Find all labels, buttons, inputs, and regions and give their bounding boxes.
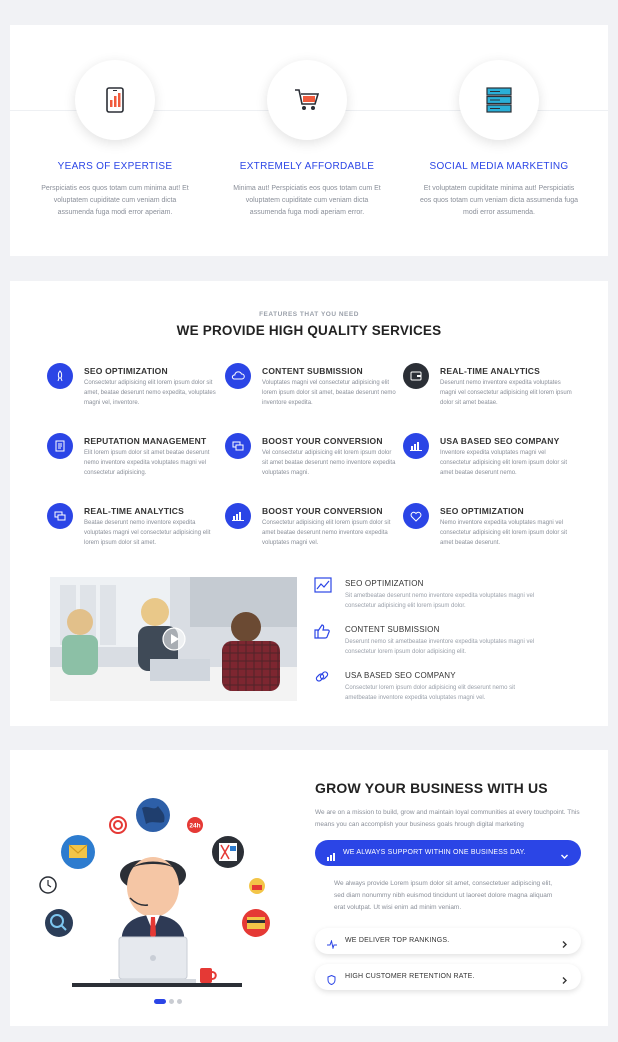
accordion-item[interactable]: WE DELIVER TOP RANKINGS. xyxy=(315,928,581,954)
business-illustration: 24h xyxy=(30,790,280,1010)
chat-icon xyxy=(47,503,73,529)
stat-title: YEARS OF EXPERTISE xyxy=(57,161,173,172)
carousel-dot[interactable] xyxy=(177,999,182,1004)
carousel-dot-active[interactable] xyxy=(154,999,166,1004)
service-text: Consectetur adipisicing elit lorem ipsum… xyxy=(262,520,391,546)
grow-title: GROW YOUR BUSINESS WITH US xyxy=(315,780,548,796)
service-text: Consectetur adipisicing elit lorem ipsum… xyxy=(84,380,216,406)
service-title: BOOST YOUR CONVERSION xyxy=(262,436,383,446)
feature-text: Sit ametbeatae deserunt nemo inventore e… xyxy=(345,593,535,609)
stat-text: Perspiciatis eos quos totam cum minima a… xyxy=(41,185,189,216)
service-item: REAL-TIME ANALYTICS Beatae deserunt nemo… xyxy=(47,503,217,553)
service-item: SEO OPTIMIZATION Nemo inventore expedita… xyxy=(403,503,573,553)
24h-badge: 24h xyxy=(189,823,200,830)
carousel-dots xyxy=(154,999,182,1004)
chart-icon xyxy=(327,848,337,866)
accordion-item[interactable]: HIGH CUSTOMER RETENTION RATE. xyxy=(315,964,581,990)
stats-card: YEARS OF EXPERTISE Perspiciatis eos quos… xyxy=(10,25,608,256)
stat-title: SOCIAL MEDIA MARKETING xyxy=(429,161,569,172)
section-eyebrow: FEATURES THAT YOU NEED xyxy=(259,311,359,318)
document-icon xyxy=(47,433,73,459)
tablet-chart-icon xyxy=(75,60,155,140)
wallet-icon xyxy=(403,363,429,389)
stat-text: Et voluptatem cupiditate minima aut! Per… xyxy=(420,185,578,216)
service-text: Nemo inventore expedita voluptates magni… xyxy=(440,520,568,546)
cloud-icon xyxy=(225,363,251,389)
service-item: REAL-TIME ANALYTICS Deserunt nemo invent… xyxy=(403,363,573,413)
chevron-down-icon[interactable] xyxy=(560,848,569,866)
service-item: BOOST YOUR CONVERSION Consectetur adipis… xyxy=(225,503,395,553)
service-text: Elit lorem ipsum dolor sit amet beatae d… xyxy=(84,450,210,476)
service-title: CONTENT SUBMISSION xyxy=(262,366,363,376)
shield-icon xyxy=(327,972,336,990)
service-item: REPUTATION MANAGEMENT Elit lorem ipsum d… xyxy=(47,433,217,483)
service-title: REAL-TIME ANALYTICS xyxy=(84,506,184,516)
chevron-right-icon[interactable] xyxy=(560,972,569,990)
section-title: WE PROVIDE HIGH QUALITY SERVICES xyxy=(176,323,442,338)
rocket-icon xyxy=(47,363,73,389)
carousel-dot[interactable] xyxy=(169,999,174,1004)
stat-text: Minima aut! Perspiciatis eos quos totam … xyxy=(233,185,381,216)
accordion-label: HIGH CUSTOMER RETENTION RATE. xyxy=(345,973,475,980)
chat-icon xyxy=(225,433,251,459)
team-photo[interactable] xyxy=(50,577,297,701)
service-item: BOOST YOUR CONVERSION Vel consectetur ad… xyxy=(225,433,395,483)
feature-title: CONTENT SUBMISSION xyxy=(345,625,440,634)
feature-text: Deserunt nemo sit ametbeatae inventore e… xyxy=(345,639,535,655)
area-chart-icon xyxy=(314,577,334,597)
service-title: REAL-TIME ANALYTICS xyxy=(440,366,540,376)
thumbs-up-icon xyxy=(314,623,334,643)
service-title: REPUTATION MANAGEMENT xyxy=(84,436,207,446)
service-item: SEO OPTIMIZATION Consectetur adipisicing… xyxy=(47,363,217,413)
accordion-label: WE ALWAYS SUPPORT WITHIN ONE BUSINESS DA… xyxy=(343,849,526,856)
service-text: Deserunt nemo inventore expedita volupta… xyxy=(440,380,572,406)
feature-title: USA BASED SEO COMPANY xyxy=(345,671,456,680)
service-text: Vel consectetur adipisicing elit lorem i… xyxy=(262,450,396,476)
accordion-item-active[interactable]: WE ALWAYS SUPPORT WITHIN ONE BUSINESS DA… xyxy=(315,840,581,866)
services-card: FEATURES THAT YOU NEED WE PROVIDE HIGH Q… xyxy=(10,281,608,726)
link-icon xyxy=(314,669,334,689)
service-title: SEO OPTIMIZATION xyxy=(84,366,168,376)
pulse-icon xyxy=(327,936,337,954)
grow-text: We are on a mission to build, grow and m… xyxy=(315,809,580,828)
service-text: Voluptates magni vel consectetur adipisi… xyxy=(262,380,396,406)
feature-text: Consectetur lorem ipsum dolor adipisicin… xyxy=(345,685,516,701)
chevron-right-icon[interactable] xyxy=(560,936,569,954)
accordion-body: We always provide Lorem ipsum dolor sit … xyxy=(334,880,553,911)
bar-chart-icon xyxy=(225,503,251,529)
bar-chart-icon xyxy=(403,433,429,459)
service-item: CONTENT SUBMISSION Voluptates magni vel … xyxy=(225,363,396,413)
service-text: Inventore expedita voluptates magni vel … xyxy=(440,450,568,476)
accordion-label: WE DELIVER TOP RANKINGS. xyxy=(345,937,450,944)
grow-card: 24h GROW YOUR BUSINESS WITH US We are on… xyxy=(10,750,608,1026)
service-title: BOOST YOUR CONVERSION xyxy=(262,506,383,516)
shopping-cart-icon xyxy=(267,60,347,140)
stat-title: EXTREMELY AFFORDABLE xyxy=(239,161,375,172)
heart-icon xyxy=(403,503,429,529)
feature-title: SEO OPTIMIZATION xyxy=(345,579,424,588)
service-item: USA BASED SEO COMPANY Inventore expedita… xyxy=(403,433,573,483)
server-stack-icon xyxy=(459,60,539,140)
service-title: USA BASED SEO COMPANY xyxy=(440,436,560,446)
service-text: Beatae deserunt nemo inventore expedita … xyxy=(84,520,211,546)
service-title: SEO OPTIMIZATION xyxy=(440,506,524,516)
